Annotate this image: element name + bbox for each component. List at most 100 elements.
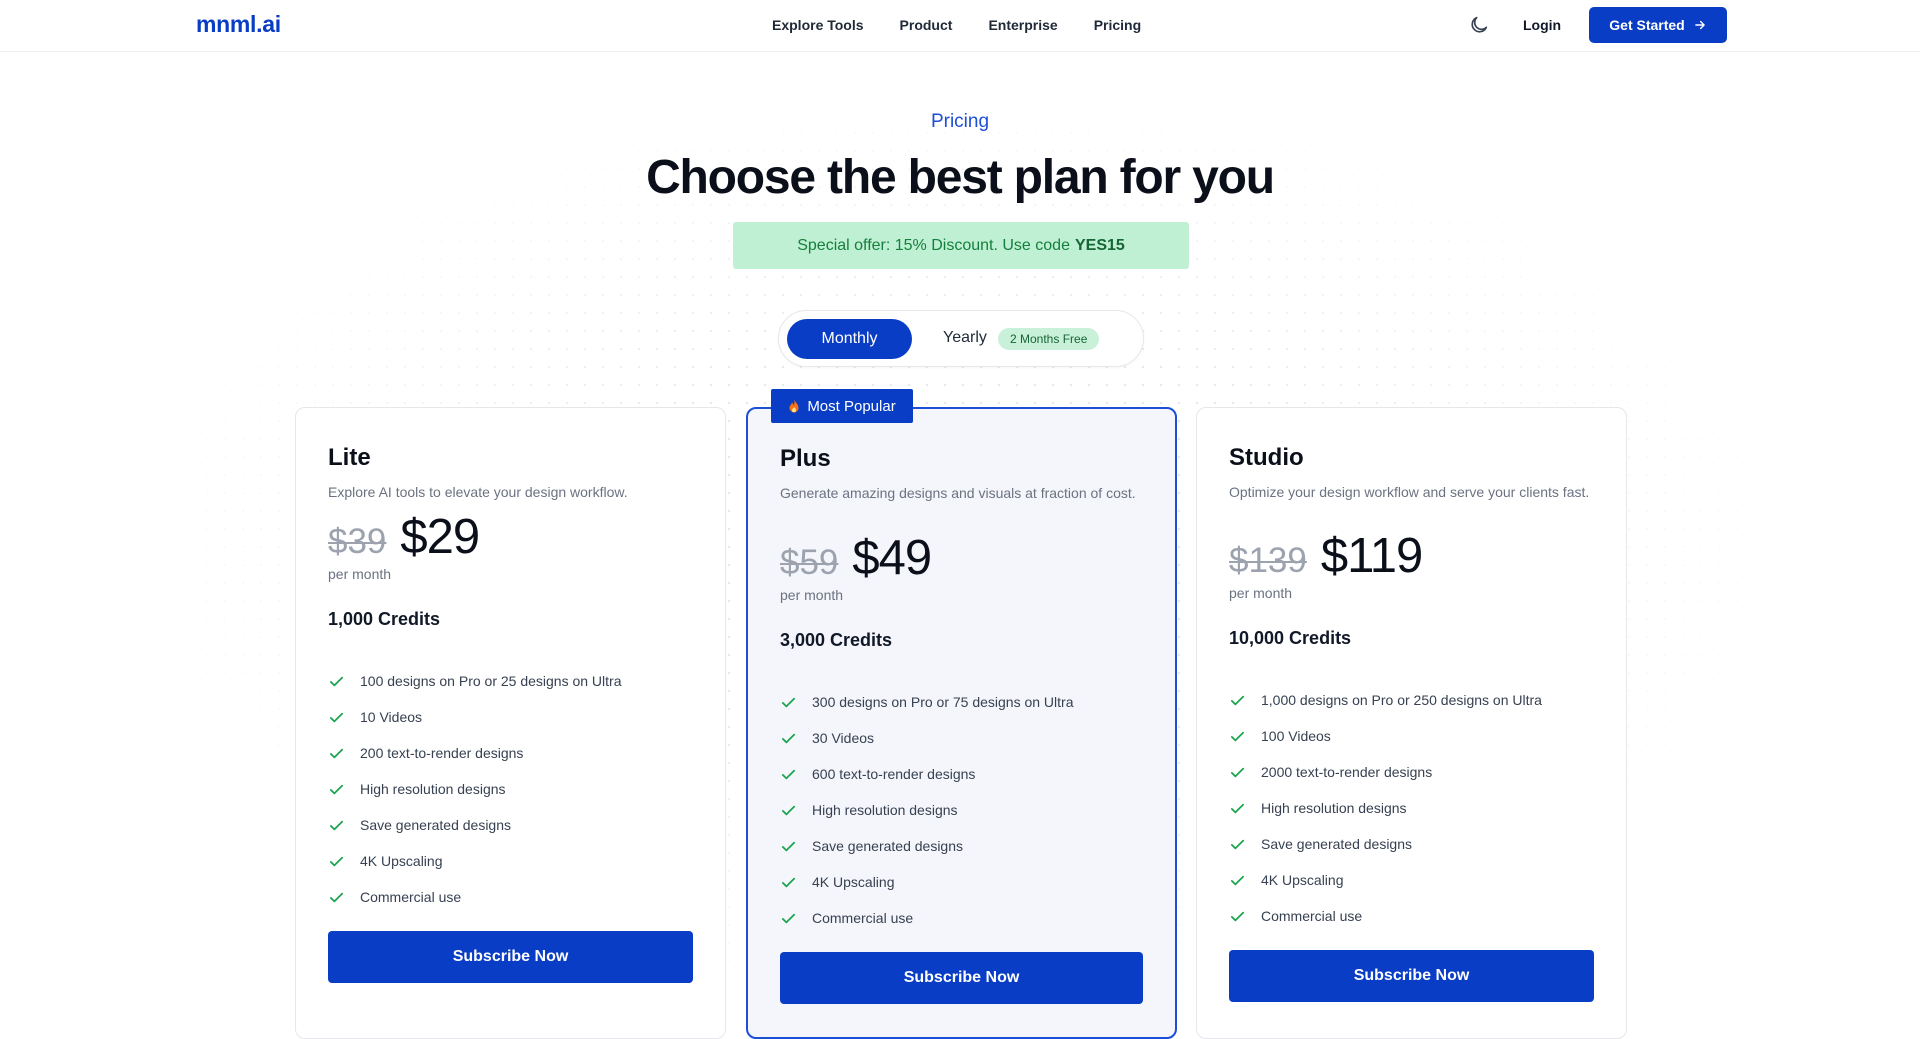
check-icon [329, 748, 344, 758]
login-link[interactable]: Login [1523, 17, 1561, 33]
two-months-free-badge: 2 Months Free [998, 328, 1100, 350]
feature-item: 4K Upscaling [780, 864, 1074, 900]
check-icon [1230, 911, 1245, 921]
plan-card-plus: Plus Generate amazing designs and visual… [746, 407, 1177, 1039]
feature-text: Commercial use [360, 889, 462, 905]
feature-item: 100 designs on Pro or 25 designs on Ultr… [328, 663, 622, 699]
feature-text: High resolution designs [1261, 800, 1407, 816]
price-period: per month [328, 566, 392, 582]
feature-item: 1,000 designs on Pro or 250 designs on U… [1229, 682, 1542, 718]
check-icon [329, 676, 344, 686]
feature-item: 4K Upscaling [1229, 862, 1542, 898]
feature-list: 300 designs on Pro or 75 designs on Ultr… [780, 684, 1074, 936]
old-price: $139 [1229, 541, 1307, 580]
feature-text: 100 Videos [1261, 728, 1331, 744]
feature-text: 200 text-to-render designs [360, 745, 524, 761]
feature-item: Commercial use [328, 879, 622, 915]
feature-text: 10 Videos [360, 709, 423, 725]
price-period: per month [1229, 585, 1293, 601]
old-price: $59 [780, 543, 839, 582]
flame-icon [789, 399, 799, 412]
check-icon [329, 784, 344, 794]
arrow-right-icon [1694, 20, 1705, 30]
plan-card-lite: Lite Explore AI tools to elevate your de… [295, 407, 726, 1039]
feature-list: 100 designs on Pro or 25 designs on Ultr… [328, 663, 622, 915]
price-row: $139 $119 [1229, 528, 1423, 584]
feature-item: 4K Upscaling [328, 843, 622, 879]
current-price: $119 [1320, 529, 1423, 583]
plan-description: Explore AI tools to elevate your design … [328, 484, 628, 500]
feature-text: 100 designs on Pro or 25 designs on Ultr… [360, 673, 622, 689]
get-started-button[interactable]: Get Started [1589, 7, 1727, 43]
offer-text: Special offer: 15% Discount. Use code [797, 236, 1070, 254]
subscribe-button[interactable]: Subscribe Now [1229, 950, 1594, 1002]
price-period: per month [780, 587, 844, 603]
credits: 3,000 Credits [780, 630, 893, 650]
site-header: mnml.ai Explore Tools Product Enterprise… [0, 0, 1920, 52]
nav-explore-tools[interactable]: Explore Tools [772, 17, 864, 33]
check-icon [1230, 839, 1245, 849]
check-icon [781, 769, 796, 779]
nav-product[interactable]: Product [900, 17, 953, 33]
feature-text: High resolution designs [360, 781, 506, 797]
feature-item: 100 Videos [1229, 718, 1542, 754]
feature-item: High resolution designs [328, 771, 622, 807]
feature-text: 4K Upscaling [812, 874, 895, 890]
feature-text: Save generated designs [812, 838, 963, 854]
check-icon [329, 712, 344, 722]
page-title: Choose the best plan for you [646, 151, 1275, 204]
feature-item: 30 Videos [780, 720, 1074, 756]
get-started-label: Get Started [1609, 17, 1685, 33]
feature-text: Save generated designs [1261, 836, 1412, 852]
check-icon [329, 820, 344, 830]
price-row: $39 $29 [328, 509, 480, 565]
nav-pricing[interactable]: Pricing [1094, 17, 1141, 33]
main-nav: Explore Tools Product Enterprise Pricing [772, 17, 1141, 33]
feature-text: Save generated designs [360, 817, 511, 833]
billing-toggle: Monthly Yearly 2 Months Free [778, 310, 1144, 367]
offer-code: YES15 [1074, 236, 1125, 254]
plan-description: Optimize your design workflow and serve … [1229, 484, 1590, 500]
feature-item: 2000 text-to-render designs [1229, 754, 1542, 790]
check-icon [1230, 695, 1245, 705]
credits: 10,000 Credits [1229, 628, 1352, 648]
check-icon [329, 856, 344, 866]
plan-name: Studio [1229, 444, 1304, 471]
old-price: $39 [328, 522, 387, 561]
plan-card-studio: Studio Optimize your design workflow and… [1196, 407, 1627, 1039]
check-icon [781, 697, 796, 707]
check-icon [781, 877, 796, 887]
check-icon [1230, 875, 1245, 885]
feature-text: 600 text-to-render designs [812, 766, 976, 782]
price-row: $59 $49 [780, 530, 932, 586]
check-icon [329, 892, 344, 902]
feature-item: Commercial use [1229, 898, 1542, 934]
check-icon [781, 733, 796, 743]
current-price: $49 [852, 531, 932, 585]
feature-item: High resolution designs [1229, 790, 1542, 826]
check-icon [781, 805, 796, 815]
check-icon [781, 913, 796, 923]
most-popular-badge: Most Popular [771, 389, 913, 423]
feature-text: 4K Upscaling [1261, 872, 1344, 888]
feature-item: Save generated designs [780, 828, 1074, 864]
feature-text: Commercial use [1261, 908, 1363, 924]
feature-item: 200 text-to-render designs [328, 735, 622, 771]
toggle-monthly[interactable]: Monthly [787, 319, 912, 359]
subscribe-button[interactable]: Subscribe Now [780, 952, 1143, 1004]
current-price: $29 [400, 510, 480, 564]
feature-text: 2000 text-to-render designs [1261, 764, 1433, 780]
feature-item: 600 text-to-render designs [780, 756, 1074, 792]
feature-text: 300 designs on Pro or 75 designs on Ultr… [812, 694, 1074, 710]
dark-mode-moon-icon[interactable] [1468, 14, 1490, 36]
subscribe-button[interactable]: Subscribe Now [328, 931, 693, 983]
nav-enterprise[interactable]: Enterprise [988, 17, 1057, 33]
logo[interactable]: mnml.ai [196, 11, 281, 38]
section-eyebrow: Pricing [930, 111, 990, 132]
check-icon [1230, 803, 1245, 813]
feature-text: 1,000 designs on Pro or 250 designs on U… [1261, 692, 1542, 708]
feature-text: High resolution designs [812, 802, 958, 818]
feature-text: 4K Upscaling [360, 853, 443, 869]
feature-item: High resolution designs [780, 792, 1074, 828]
toggle-yearly[interactable]: Yearly [943, 329, 987, 347]
